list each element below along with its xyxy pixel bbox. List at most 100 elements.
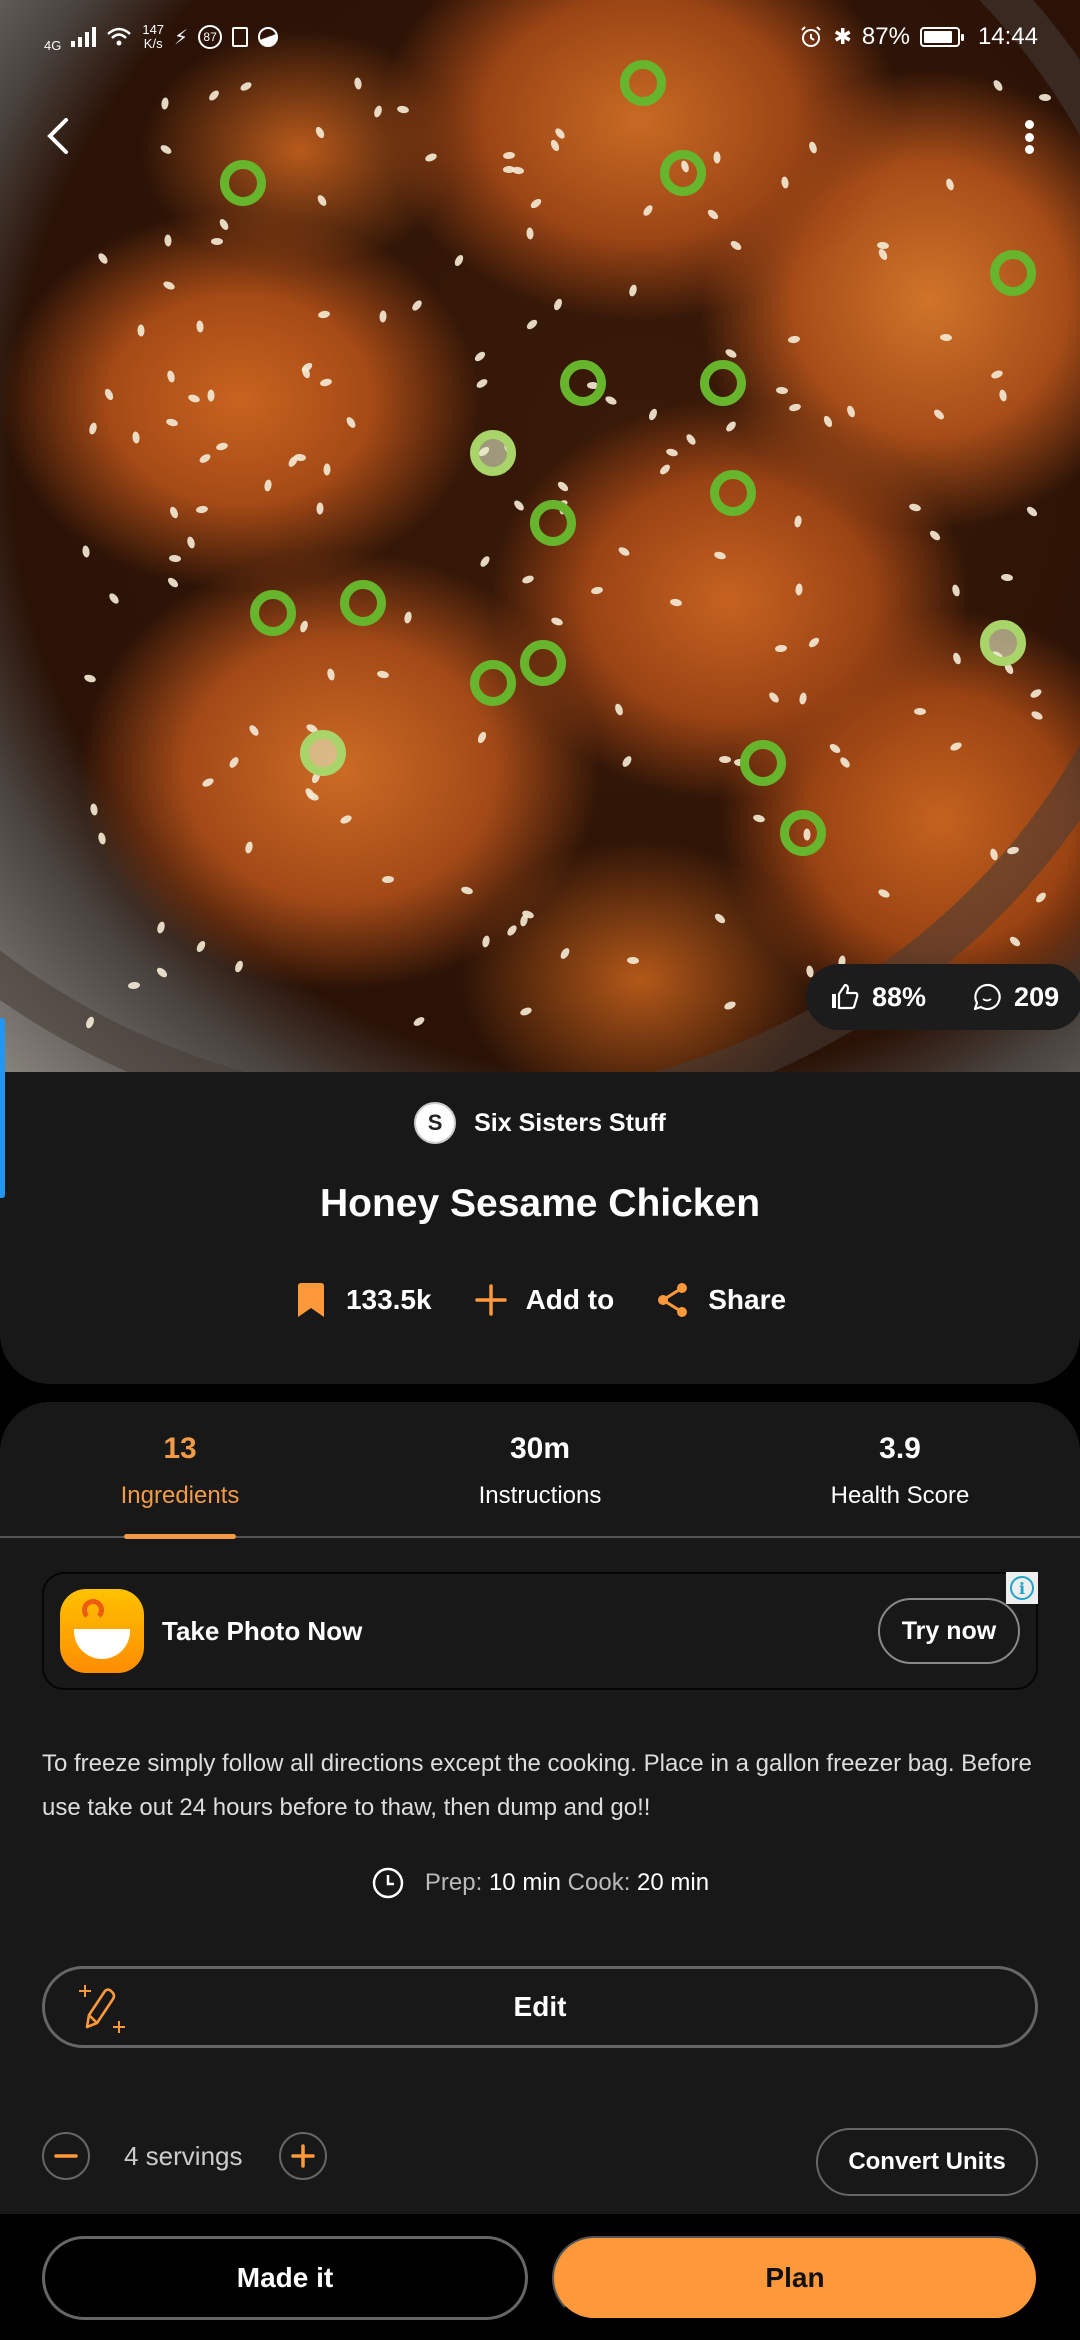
sesame-seed (354, 77, 363, 90)
sesame-seed (424, 152, 438, 164)
prep-label: Prep: (424, 1869, 483, 1896)
sesame-seed (82, 673, 97, 684)
convert-units-button[interactable]: Convert Units (816, 2128, 1038, 2196)
source-link[interactable]: S Six Sisters Stuff (0, 1102, 1080, 1144)
sesame-seed (263, 479, 272, 493)
sesame-seed (97, 831, 107, 845)
sesame-seed (1000, 573, 1014, 582)
sesame-seed (1034, 891, 1048, 905)
sesame-seed (97, 251, 110, 266)
sesame-seed (475, 730, 488, 745)
sesame-seed (163, 233, 172, 247)
more-dot (1024, 145, 1034, 154)
sesame-seed (168, 554, 182, 563)
curl-shape (82, 1599, 104, 1621)
sesame-seed (1025, 504, 1040, 518)
green-onion (530, 500, 576, 546)
rating-stats-pill[interactable]: 88% 209 (806, 964, 1080, 1030)
sesame-seed (719, 756, 732, 764)
sesame-seed (378, 310, 387, 323)
ad-try-now-button[interactable]: Try now (878, 1598, 1020, 1664)
increase-servings-button[interactable] (278, 2132, 327, 2180)
made-it-button[interactable]: Made it (42, 2236, 528, 2320)
sesame-seed (713, 911, 727, 925)
more-dot (1024, 132, 1034, 142)
sesame-seed (767, 690, 781, 704)
bottom-action-bar: Made it Plan (0, 2214, 1080, 2340)
prep-value: 10 min (488, 1869, 561, 1896)
ad-banner[interactable]: Take Photo Now Try now i (42, 1572, 1038, 1690)
plan-button[interactable]: Plan (552, 2236, 1038, 2320)
add-to-label: Add to (525, 1284, 615, 1315)
sesame-seed (948, 741, 963, 753)
tab-health-score[interactable]: 3.9 Health Score (720, 1402, 1080, 1536)
sesame-seed (344, 415, 358, 429)
minus-icon (54, 2154, 78, 2158)
sesame-seed (156, 920, 167, 934)
sesame-seed (774, 644, 788, 653)
green-onion (470, 660, 516, 706)
ad-info-button[interactable]: i (1006, 1572, 1038, 1604)
tab-label: Instructions (478, 1482, 602, 1509)
sesame-seed (512, 498, 526, 513)
edit-label: Edit (513, 1991, 567, 2022)
share-button[interactable]: Share (656, 1282, 786, 1318)
like-percent: 88% (872, 981, 927, 1012)
sesame-seed (1029, 710, 1044, 722)
sesame-seed (1038, 93, 1051, 102)
sesame-seed (195, 505, 209, 515)
sesame-seed (952, 651, 963, 666)
sesame-seed (927, 528, 942, 542)
notification-badge: 87 (198, 25, 223, 49)
sesame-seed (519, 1006, 533, 1018)
back-button[interactable] (36, 106, 80, 166)
sesame-seed (211, 238, 224, 245)
sesame-seed (381, 875, 395, 883)
sesame-seed (372, 105, 384, 119)
sesame-seed (165, 417, 179, 427)
sesame-seed (376, 669, 390, 679)
sesame-seed (617, 545, 631, 558)
tab-ingredients[interactable]: 13 Ingredients (0, 1402, 360, 1536)
sesame-seed (316, 502, 324, 516)
clock-icon (372, 1867, 404, 1899)
sesame-seed (1006, 845, 1020, 856)
sesame-seed (84, 1015, 96, 1030)
source-name: Six Sisters Stuff (474, 1108, 666, 1137)
app-notification-icon (258, 27, 279, 47)
more-options-button[interactable] (1014, 112, 1044, 162)
sesame-seed (319, 377, 333, 388)
wifi-icon (107, 27, 132, 46)
tab-instructions[interactable]: 30m Instructions (360, 1402, 720, 1536)
cook-value: 20 min (637, 1869, 710, 1896)
sesame-seed (724, 419, 738, 434)
status-bar: 4G 147 K/s ⚡ 87 ✱ 87% 14:44 (0, 0, 1080, 74)
sesame-seed (669, 597, 683, 607)
sesame-seed (555, 479, 570, 493)
thumbs-up-icon (832, 983, 859, 1010)
save-button[interactable]: 133.5k (294, 1282, 432, 1318)
sesame-seed (218, 217, 231, 232)
green-onion (740, 740, 786, 786)
sesame-seed (822, 414, 834, 429)
decrease-servings-button[interactable] (42, 2132, 90, 2180)
sesame-seed (807, 140, 819, 155)
sesame-seed (876, 887, 891, 899)
sesame-seed (728, 238, 743, 252)
sesame-seed (323, 463, 331, 476)
ad-title: Take Photo Now (162, 1615, 363, 1646)
sesame-seed (473, 350, 488, 364)
network-speed: 147 K/s (142, 23, 164, 51)
sesame-seed (459, 885, 474, 896)
network-type: 4G (44, 38, 62, 53)
sesame-seed (780, 176, 790, 190)
edit-button[interactable]: Edit (42, 1966, 1038, 2048)
sesame-seed (932, 407, 946, 421)
sesame-seed (161, 279, 176, 292)
green-onion (300, 730, 346, 776)
sesame-seed (908, 502, 923, 513)
add-to-button[interactable]: Add to (474, 1282, 615, 1318)
sesame-seed (940, 333, 953, 342)
recipe-tabs: 13 Ingredients 30m Instructions 3.9 Heal… (0, 1402, 1080, 1538)
sesame-seed (201, 777, 216, 789)
